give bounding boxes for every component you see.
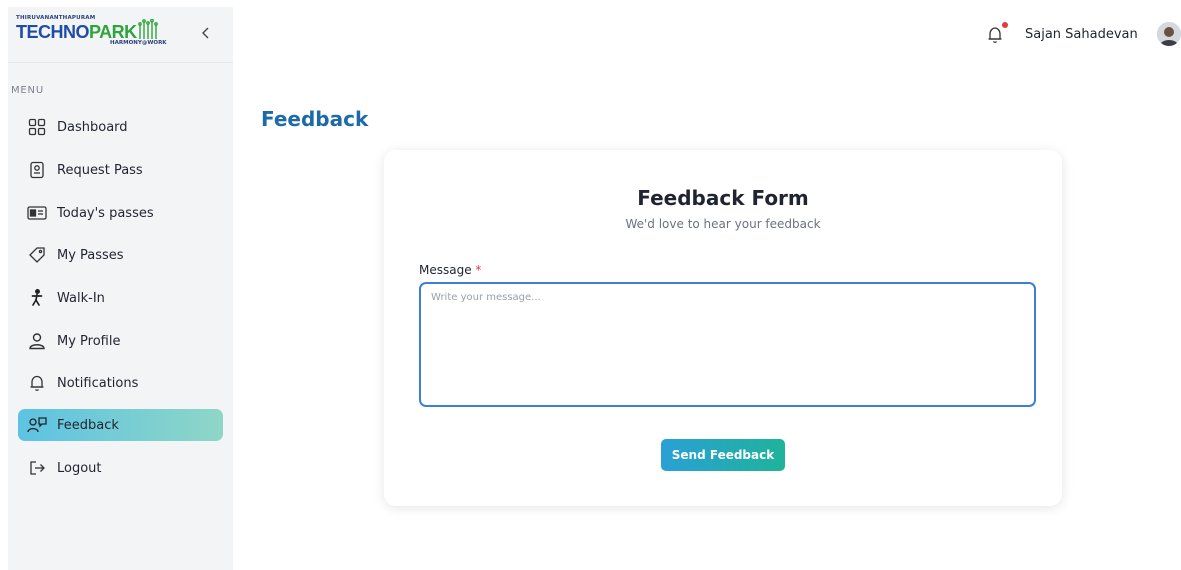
logout-icon	[27, 458, 47, 478]
bell-icon	[27, 373, 47, 393]
sidebar-item-logout[interactable]: Logout	[18, 452, 223, 484]
sidebar-item-label: Logout	[57, 460, 102, 476]
sidebar-item-my-passes[interactable]: My Passes	[18, 239, 223, 271]
sidebar: THIRUVANANTHAPURAM TECHNOPARK HARMONY@WO…	[8, 7, 233, 570]
sidebar-item-label: Feedback	[57, 417, 119, 433]
logo-park: PARK	[89, 22, 137, 42]
sidebar-item-todays-passes[interactable]: Today's passes	[18, 197, 223, 229]
logo-tree-icon	[138, 19, 158, 39]
required-mark: *	[475, 263, 482, 277]
avatar[interactable]	[1157, 22, 1181, 46]
sidebar-item-feedback[interactable]: Feedback	[18, 409, 223, 441]
message-input[interactable]	[419, 282, 1036, 407]
id-card-icon	[27, 203, 47, 223]
sidebar-item-label: Today's passes	[57, 205, 154, 221]
feedback-form-card: Feedback Form We'd love to hear your fee…	[384, 150, 1062, 506]
notification-bell-button[interactable]	[985, 25, 1005, 45]
sidebar-item-label: My Passes	[57, 247, 124, 263]
bell-icon	[988, 27, 1002, 43]
menu-section-label: MENU	[11, 85, 44, 96]
sidebar-item-dashboard[interactable]: Dashboard	[18, 111, 223, 143]
pass-icon	[27, 160, 47, 180]
sidebar-collapse-button[interactable]	[198, 27, 214, 43]
sidebar-item-label: Dashboard	[57, 119, 128, 135]
walk-icon	[27, 288, 47, 308]
form-subtitle: We'd love to hear your feedback	[625, 217, 821, 231]
logo-top-text: THIRUVANANTHAPURAM	[16, 15, 96, 21]
ticket-icon	[27, 245, 47, 265]
user-name[interactable]: Sajan Sahadevan	[1025, 27, 1138, 42]
logo-row: THIRUVANANTHAPURAM TECHNOPARK HARMONY@WO…	[8, 7, 233, 63]
grid-icon	[27, 117, 47, 137]
sidebar-item-label: Request Pass	[57, 162, 143, 178]
logo-sub-text: HARMONY@WORK	[110, 40, 167, 46]
chevron-left-icon	[202, 27, 209, 39]
page-title: Feedback	[261, 107, 369, 131]
sidebar-item-notifications[interactable]: Notifications	[18, 367, 223, 399]
sidebar-item-label: Notifications	[57, 375, 139, 391]
logo-techno: TECHNO	[16, 22, 90, 42]
notification-dot	[1002, 22, 1008, 28]
sidebar-item-label: My Profile	[57, 333, 121, 349]
feedback-icon	[27, 415, 47, 435]
form-title: Feedback Form	[637, 186, 809, 210]
sidebar-item-request-pass[interactable]: Request Pass	[18, 154, 223, 186]
avatar-image	[1157, 22, 1181, 46]
technopark-logo: THIRUVANANTHAPURAM TECHNOPARK HARMONY@WO…	[16, 15, 194, 47]
message-label-text: Message	[419, 263, 472, 277]
send-feedback-button[interactable]: Send Feedback	[661, 439, 785, 471]
sidebar-item-walk-in[interactable]: Walk-In	[18, 282, 223, 314]
sidebar-item-my-profile[interactable]: My Profile	[18, 325, 223, 357]
message-label: Message *	[419, 263, 481, 277]
sidebar-item-label: Walk-In	[57, 290, 105, 306]
user-icon	[27, 331, 47, 351]
